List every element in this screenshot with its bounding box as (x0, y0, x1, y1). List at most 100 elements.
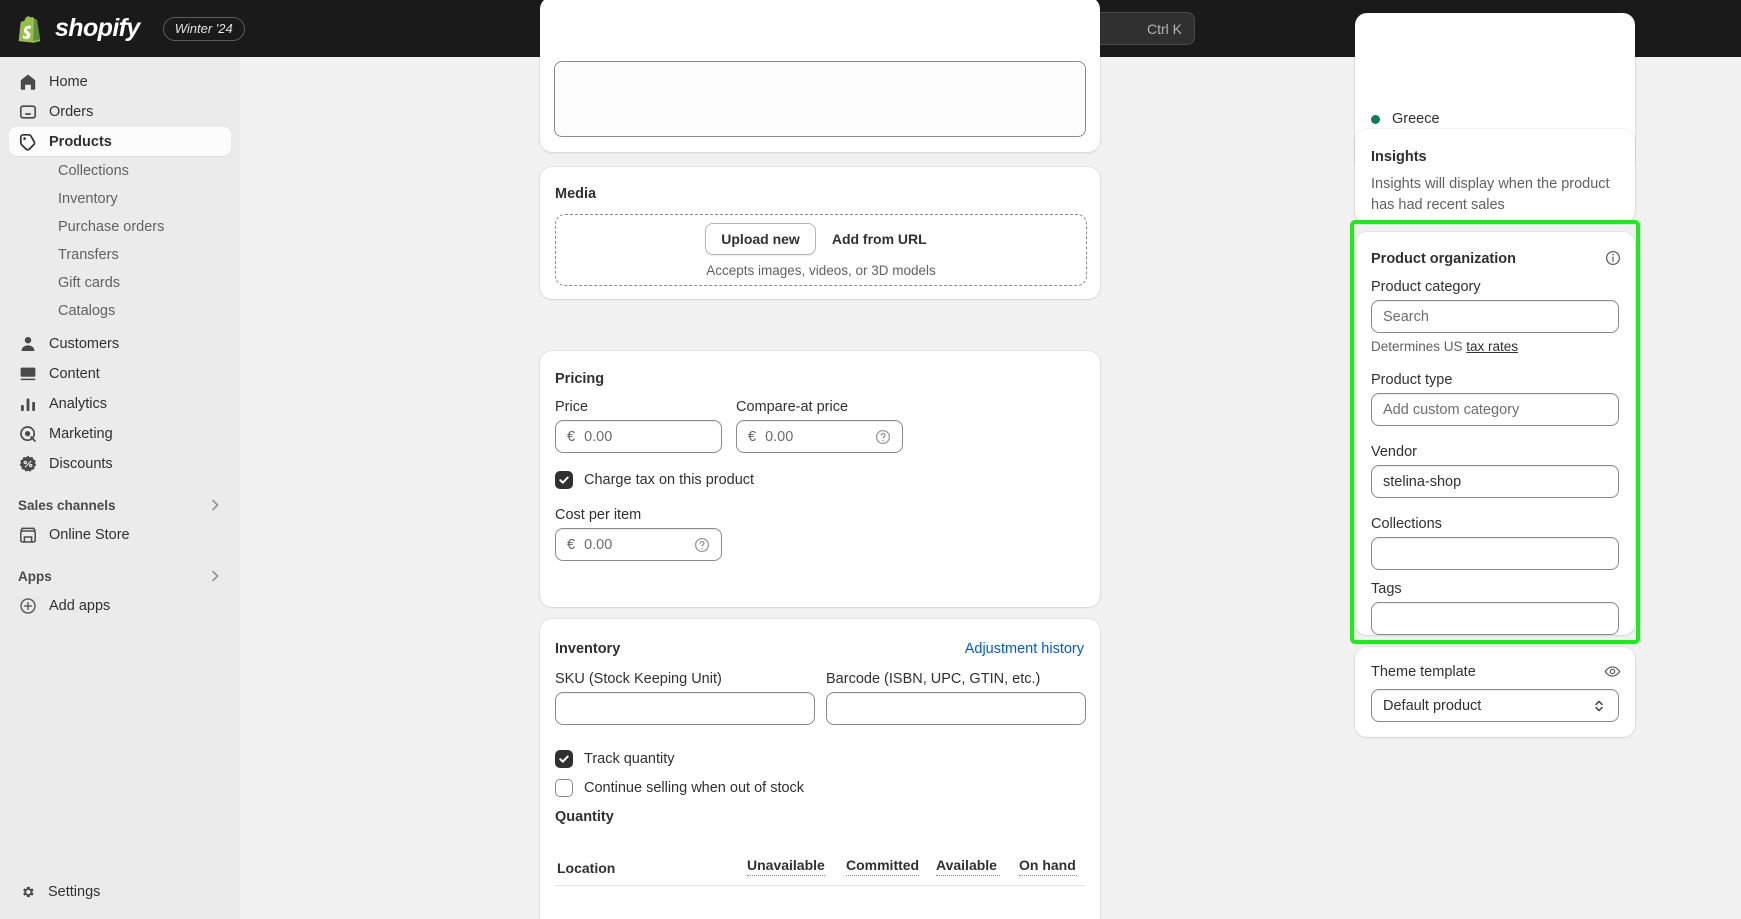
insights-card: Insights Insights will display when the … (1355, 129, 1635, 223)
sidebar-subitem-inventory[interactable]: Inventory (9, 185, 231, 213)
sidebar-item-label: Customers (49, 335, 120, 352)
price-label: Price (555, 399, 589, 415)
collections-label: Collections (1371, 516, 1442, 532)
sidebar-item-label: Marketing (49, 425, 113, 442)
charge-tax-checkbox[interactable] (555, 471, 573, 489)
sidebar-item-analytics[interactable]: Analytics (9, 389, 231, 418)
theme-template-value: Default product (1383, 697, 1482, 714)
product-type-label: Product type (1371, 372, 1453, 388)
sales-channels-label: Sales channels (18, 497, 116, 513)
sidebar-item-discounts[interactable]: Discounts (9, 449, 231, 478)
theme-template-select[interactable]: Default product (1371, 689, 1619, 722)
eye-icon[interactable] (1604, 663, 1621, 680)
cost-per-item-input[interactable]: € 0.00 (555, 528, 722, 561)
determines-text: Determines US (1371, 339, 1467, 354)
vendor-value: stelina-shop (1383, 473, 1462, 490)
collections-input[interactable] (1371, 537, 1619, 570)
compare-price-input[interactable]: € 0.00 (736, 420, 903, 453)
description-textarea[interactable] (554, 61, 1086, 137)
sidebar-subitem-gift-cards[interactable]: Gift cards (9, 269, 231, 297)
sidebar-item-label: Products (49, 133, 112, 150)
cost-per-item-label: Cost per item (555, 507, 642, 523)
sidebar-item-label: Orders (49, 103, 94, 120)
sidebar-item-products[interactable]: Products (9, 127, 231, 156)
price-value: 0.00 (584, 428, 613, 445)
media-hint: Accepts images, videos, or 3D models (706, 262, 936, 278)
charge-tax-label: Charge tax on this product (584, 472, 755, 488)
sidebar-item-settings[interactable]: Settings (9, 877, 231, 907)
search-shortcut-hint: Ctrl K (1147, 20, 1182, 37)
product-type-placeholder: Add custom category (1383, 401, 1520, 418)
col-committed[interactable]: Committed (846, 857, 919, 876)
main-content: Media Upload new Add from URL Accepts im… (240, 0, 1741, 919)
brand-name: shopify (55, 14, 140, 42)
sidebar-subitem-catalogs[interactable]: Catalogs (9, 297, 231, 325)
insights-title: Insights (1371, 149, 1427, 165)
add-from-url-button[interactable]: Add from URL (822, 224, 937, 254)
sidebar-subitem-collections[interactable]: Collections (9, 157, 231, 185)
track-quantity-checkbox-row[interactable]: Track quantity (555, 750, 675, 768)
sidebar-item-customers[interactable]: Customers (9, 329, 231, 358)
price-currency: € (567, 428, 576, 445)
info-circle-icon[interactable] (1605, 250, 1621, 266)
help-circle-icon[interactable] (694, 537, 710, 553)
sidebar-subitem-label: Collections (58, 163, 129, 179)
compare-price-label: Compare-at price (736, 399, 849, 415)
price-input[interactable]: € 0.00 (555, 420, 722, 453)
tax-rates-link[interactable]: tax rates (1466, 339, 1518, 354)
help-circle-icon[interactable] (875, 429, 891, 445)
col-on-hand[interactable]: On hand (1019, 857, 1077, 876)
tags-label: Tags (1371, 581, 1402, 597)
marketing-target-icon (20, 425, 36, 442)
tags-input[interactable] (1371, 602, 1619, 635)
continue-selling-checkbox[interactable] (555, 779, 573, 797)
sidebar-subitem-transfers[interactable]: Transfers (9, 241, 231, 269)
inventory-title: Inventory (555, 641, 621, 657)
media-dropzone[interactable]: Upload new Add from URL Accepts images, … (555, 214, 1087, 286)
determines-tax-rates-text: Determines US tax rates (1371, 339, 1619, 354)
sidebar-item-home[interactable]: Home (9, 67, 231, 96)
sidebar-item-label: Add apps (49, 597, 111, 614)
pricing-card: Pricing Price € 0.00 Compare-at price € … (540, 351, 1100, 607)
sidebar-section-sales-channels[interactable]: Sales channels (9, 490, 231, 520)
shopify-brand[interactable]: shopify Winter '24 (0, 14, 245, 43)
sku-input[interactable] (555, 692, 815, 725)
barcode-label: Barcode (ISBN, UPC, GTIN, etc.) (826, 671, 1041, 687)
adjustment-history-link[interactable]: Adjustment history (965, 641, 1084, 657)
col-available[interactable]: Available (936, 857, 1000, 876)
apps-label: Apps (18, 568, 52, 584)
sidebar-item-add-apps[interactable]: Add apps (9, 591, 231, 620)
cost-currency: € (567, 536, 576, 553)
product-type-input[interactable]: Add custom category (1371, 393, 1619, 426)
table-divider (555, 885, 1085, 886)
sidebar-item-content[interactable]: Content (9, 359, 231, 388)
sku-label: SKU (Stock Keeping Unit) (555, 671, 722, 687)
sidebar-item-label: Analytics (49, 395, 108, 412)
gear-icon (23, 886, 34, 898)
col-unavailable[interactable]: Unavailable (747, 857, 825, 876)
barcode-input[interactable] (826, 692, 1086, 725)
media-title: Media (555, 186, 597, 202)
compare-price-value: 0.00 (765, 428, 794, 445)
settings-label: Settings (48, 884, 101, 900)
upload-new-button[interactable]: Upload new (705, 222, 816, 255)
market-greece-label: Greece (1392, 111, 1440, 127)
market-greece-row[interactable]: Greece (1371, 111, 1440, 127)
chevron-right-icon (212, 570, 219, 582)
sidebar-subitem-purchase-orders[interactable]: Purchase orders (9, 213, 231, 241)
product-category-input[interactable]: Search (1371, 300, 1619, 333)
sidebar-item-label: Online Store (49, 526, 130, 543)
charge-tax-checkbox-row[interactable]: Charge tax on this product (555, 471, 754, 489)
shopify-bag-icon (18, 15, 41, 43)
sidebar-item-online-store[interactable]: Online Store (9, 520, 231, 549)
sidebar-item-marketing[interactable]: Marketing (9, 419, 231, 448)
sidebar-subitem-label: Transfers (58, 247, 119, 263)
continue-selling-checkbox-row[interactable]: Continue selling when out of stock (555, 779, 804, 797)
product-category-label: Product category (1371, 279, 1481, 295)
analytics-bars-icon (21, 398, 35, 411)
sidebar-item-orders[interactable]: Orders (9, 97, 231, 126)
track-quantity-checkbox[interactable] (555, 750, 573, 768)
theme-template-card: Theme template Default product (1355, 647, 1635, 737)
sidebar-section-apps[interactable]: Apps (9, 561, 231, 591)
vendor-input[interactable]: stelina-shop (1371, 465, 1619, 498)
